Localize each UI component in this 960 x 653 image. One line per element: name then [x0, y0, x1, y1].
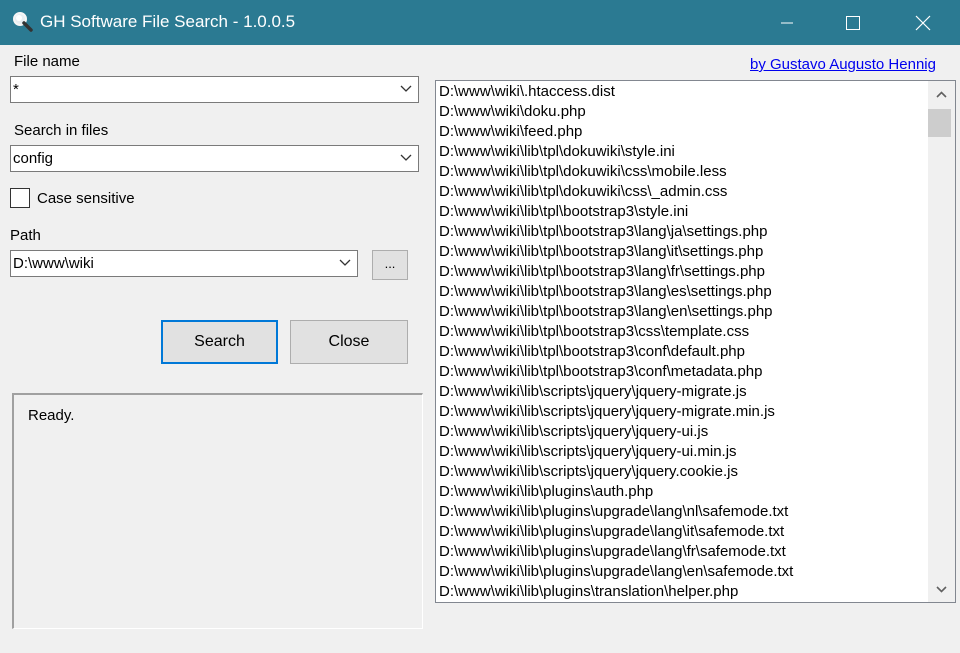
list-item[interactable]: D:\www\wiki\lib\scripts\jquery\jquery-mi…: [436, 382, 928, 402]
list-item[interactable]: D:\www\wiki\lib\scripts\jquery\jquery-ui…: [436, 442, 928, 462]
list-item[interactable]: D:\www\wiki\lib\tpl\dokuwiki\style.ini: [436, 142, 928, 162]
chevron-down-icon: [400, 85, 412, 92]
list-item[interactable]: D:\www\wiki\lib\tpl\bootstrap3\lang\fr\s…: [436, 262, 928, 282]
minimize-button[interactable]: [764, 0, 810, 45]
scroll-down-icon: [936, 585, 947, 593]
file-name-value: *: [13, 81, 19, 98]
list-item[interactable]: D:\www\wiki\lib\tpl\bootstrap3\lang\it\s…: [436, 242, 928, 262]
results-items: D:\www\wiki\.htaccess.dist D:\www\wiki\do…: [436, 81, 928, 602]
list-item[interactable]: D:\www\wiki\lib\tpl\bootstrap3\lang\en\s…: [436, 302, 928, 322]
list-item[interactable]: D:\www\wiki\lib\plugins\upgrade\lang\en\…: [436, 562, 928, 582]
list-item[interactable]: D:\www\wiki\lib\plugins\upgrade\lang\it\…: [436, 522, 928, 542]
search-in-files-value: config: [13, 150, 54, 167]
file-name-combo[interactable]: *: [10, 76, 419, 103]
results-list[interactable]: D:\www\wiki\.htaccess.dist D:\www\wiki\do…: [435, 80, 956, 603]
search-in-files-label: Search in files: [14, 122, 109, 139]
case-sensitive-label[interactable]: Case sensitive: [37, 190, 135, 207]
list-item[interactable]: D:\www\wiki\lib\plugins\upgrade\lang\nl\…: [436, 502, 928, 522]
search-button[interactable]: Search: [161, 320, 278, 364]
magnifier-icon: [11, 10, 35, 34]
scroll-up-button[interactable]: [928, 81, 955, 107]
list-item[interactable]: D:\www\wiki\lib\scripts\jquery\jquery-mi…: [436, 402, 928, 422]
list-item[interactable]: D:\www\wiki\doku.php: [436, 102, 928, 122]
list-item[interactable]: D:\www\wiki\lib\tpl\bootstrap3\style.ini: [436, 202, 928, 222]
close-icon: [915, 15, 931, 30]
chevron-down-icon: [339, 259, 351, 266]
list-item[interactable]: D:\www\wiki\lib\plugins\auth.php: [436, 482, 928, 502]
status-panel: Ready.: [12, 393, 423, 629]
window-title: GH Software File Search - 1.0.0.5: [40, 12, 296, 31]
list-item[interactable]: D:\www\wiki\lib\tpl\bootstrap3\lang\es\s…: [436, 282, 928, 302]
close-window-button[interactable]: [900, 0, 946, 45]
list-item[interactable]: D:\www\wiki\lib\scripts\jquery\jquery-ui…: [436, 422, 928, 442]
maximize-icon: [846, 15, 860, 30]
path-combo[interactable]: D:\www\wiki: [10, 250, 358, 277]
browse-button[interactable]: ...: [372, 250, 408, 280]
list-item[interactable]: D:\www\wiki\lib\tpl\dokuwiki\css\mobile.…: [436, 162, 928, 182]
chevron-down-icon: [400, 154, 412, 161]
list-item[interactable]: D:\www\wiki\lib\tpl\bootstrap3\conf\meta…: [436, 362, 928, 382]
path-value: D:\www\wiki: [13, 255, 94, 272]
vertical-scrollbar[interactable]: [928, 81, 955, 602]
author-link[interactable]: by Gustavo Augusto Hennig: [750, 56, 936, 73]
list-item[interactable]: D:\www\wiki\lib\tpl\bootstrap3\css\templ…: [436, 322, 928, 342]
list-item[interactable]: D:\www\wiki\lib\tpl\bootstrap3\lang\ja\s…: [436, 222, 928, 242]
search-in-files-combo[interactable]: config: [10, 145, 419, 172]
case-sensitive-checkbox[interactable]: [10, 188, 30, 208]
list-item[interactable]: D:\www\wiki\feed.php: [436, 122, 928, 142]
list-item[interactable]: D:\www\wiki\lib\tpl\bootstrap3\conf\defa…: [436, 342, 928, 362]
maximize-button[interactable]: [830, 0, 876, 45]
list-item[interactable]: D:\www\wiki\lib\plugins\upgrade\lang\fr\…: [436, 542, 928, 562]
path-label: Path: [10, 227, 41, 244]
scroll-down-button[interactable]: [928, 576, 955, 602]
list-item[interactable]: D:\www\wiki\lib\scripts\jquery\jquery.co…: [436, 462, 928, 482]
list-item[interactable]: D:\www\wiki\lib\plugins\translation\help…: [436, 582, 928, 602]
file-name-label: File name: [14, 53, 80, 70]
close-button[interactable]: Close: [290, 320, 408, 364]
list-item[interactable]: D:\www\wiki\lib\tpl\dokuwiki\css\_admin.…: [436, 182, 928, 202]
title-bar[interactable]: GH Software File Search - 1.0.0.5: [0, 0, 960, 45]
scroll-thumb[interactable]: [928, 109, 951, 137]
status-text: Ready.: [28, 407, 75, 424]
list-item[interactable]: D:\www\wiki\.htaccess.dist: [436, 82, 928, 102]
scroll-up-icon: [936, 90, 947, 98]
minimize-icon: [781, 22, 793, 23]
